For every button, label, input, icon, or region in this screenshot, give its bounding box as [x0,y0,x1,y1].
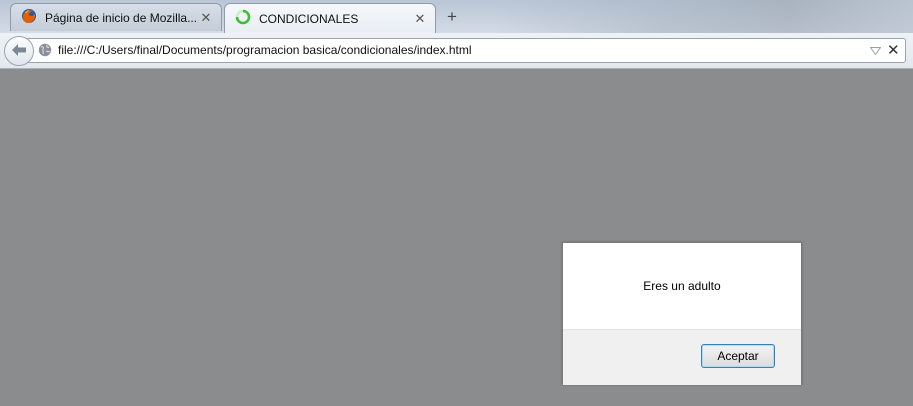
close-tab-icon[interactable]: ✕ [413,11,427,27]
alert-dialog: Eres un adulto Aceptar [562,242,802,385]
url-text[interactable]: file:///C:/Users/final/Documents/program… [58,43,472,57]
globe-icon[interactable] [38,43,52,57]
back-button[interactable] [4,36,34,66]
history-dropdown-icon[interactable] [869,44,882,58]
back-arrow-icon [11,43,27,60]
close-tab-icon[interactable]: ✕ [199,10,213,26]
stop-loading-icon[interactable]: ✕ [887,41,900,59]
tab-title: CONDICIONALES [259,11,359,26]
tab-mozilla-start-page[interactable]: Página de inicio de Mozilla... ✕ [10,3,222,31]
alert-footer: Aceptar [563,329,801,385]
navigation-bar: file:///C:/Users/final/Documents/program… [0,33,913,69]
tab-title: Página de inicio de Mozilla... [45,10,198,25]
loading-spinner-icon [235,9,251,28]
firefox-icon [21,8,37,27]
tab-condicionales[interactable]: CONDICIONALES ✕ [224,3,436,33]
new-tab-button[interactable]: + [440,6,464,28]
alert-message: Eres un adulto [643,279,721,293]
tab-strip: Página de inicio de Mozilla... ✕ CONDICI… [0,0,913,33]
accept-button[interactable]: Aceptar [701,344,775,368]
